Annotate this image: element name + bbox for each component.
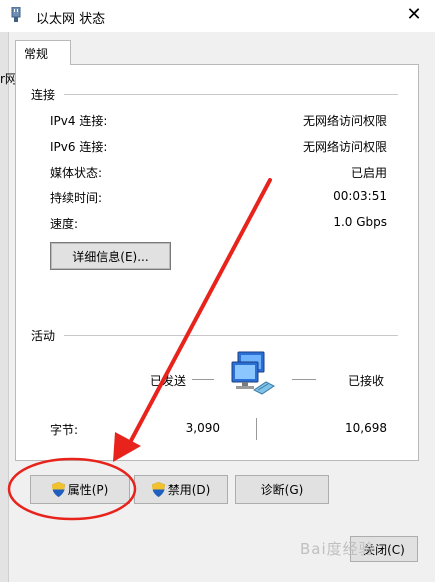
bytes-sent-value: 3,090 xyxy=(185,421,220,435)
details-button[interactable]: 详细信息(E)... xyxy=(50,242,171,270)
uac-shield-icon xyxy=(151,482,165,497)
bytes-received-value: 10,698 xyxy=(345,421,387,435)
ipv6-value: 无网络访问权限 xyxy=(302,140,387,154)
window-title: 以太网 状态 xyxy=(36,12,106,27)
speed-value: 1.0 Gbps xyxy=(333,215,387,229)
properties-button[interactable]: 属性(P) xyxy=(30,475,130,504)
activity-separator xyxy=(256,418,257,440)
background-window-strip xyxy=(0,32,9,582)
media-state-label: 媒体状态: xyxy=(50,166,103,180)
activity-divider xyxy=(64,335,398,336)
received-label: 已接收 xyxy=(348,374,385,388)
duration-value: 00:03:51 xyxy=(333,189,387,203)
received-dash xyxy=(292,379,316,380)
sent-dash xyxy=(192,379,214,380)
details-button-label: 详细信息(E)... xyxy=(72,249,149,264)
media-state-value: 已启用 xyxy=(350,166,387,180)
speed-label: 速度: xyxy=(50,217,79,231)
connection-divider xyxy=(64,94,398,95)
duration-label: 持续时间: xyxy=(50,191,103,205)
network-computers-icon xyxy=(231,351,275,395)
activity-heading: 活动 xyxy=(31,329,56,343)
sent-label: 已发送 xyxy=(150,374,187,388)
diagnose-button[interactable]: 诊断(G) xyxy=(235,475,329,504)
bytes-label: 字节: xyxy=(50,423,79,437)
ipv6-label: IPv6 连接: xyxy=(50,140,108,154)
disable-button[interactable]: 禁用(D) xyxy=(134,475,228,504)
ipv4-label: IPv4 连接: xyxy=(50,114,108,128)
disable-button-label: 禁用(D) xyxy=(167,483,211,497)
close-icon[interactable]: ✕ xyxy=(404,3,424,27)
ipv4-value: 无网络访问权限 xyxy=(302,114,387,128)
tab-general-label: 常规 xyxy=(24,47,49,61)
diagnose-button-label: 诊断(G) xyxy=(260,483,304,497)
network-adapter-icon xyxy=(11,7,21,22)
watermark-text: Bai度经验 xyxy=(300,540,375,558)
properties-button-label: 属性(P) xyxy=(67,483,109,497)
uac-shield-icon xyxy=(51,482,65,497)
connection-heading: 连接 xyxy=(31,88,56,102)
